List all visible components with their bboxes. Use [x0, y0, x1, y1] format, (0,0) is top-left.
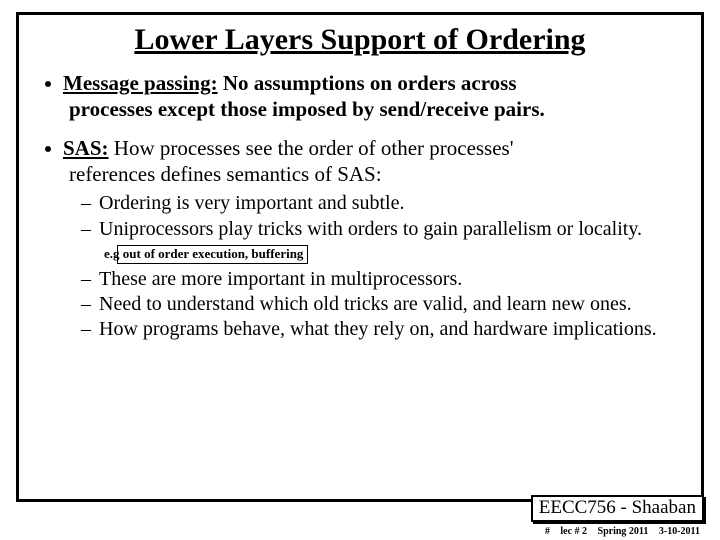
bullet-text-b: processes except those imposed by send/r…: [45, 97, 679, 123]
sub-item: –Uniprocessors play tricks with orders t…: [81, 217, 679, 266]
dash-icon: –: [81, 268, 91, 290]
footer-term: Spring 2011: [598, 526, 649, 537]
sub-item: –These are more important in multiproces…: [81, 267, 679, 291]
sub-text: Need to understand which old tricks are …: [99, 293, 632, 315]
slide-title: Lower Layers Support of Ordering: [41, 23, 679, 57]
annotation-box: e.g out of order execution, buffering: [117, 245, 308, 263]
bullet-lead: SAS:: [63, 136, 109, 160]
bullet-1: Message passing: No assumptions on order…: [45, 71, 679, 122]
sub-list: –Ordering is very important and subtle. …: [45, 191, 679, 341]
bullet-dot-icon: [45, 146, 51, 152]
sub-item: –Need to understand which old tricks are…: [81, 292, 679, 316]
sub-text: These are more important in multiprocess…: [99, 268, 462, 290]
slide-frame: Lower Layers Support of Ordering Message…: [16, 12, 704, 502]
bullet-lead: Message passing:: [63, 71, 218, 95]
bullet-text-a: How processes see the order of other pro…: [109, 136, 514, 160]
bullet-list: Message passing: No assumptions on order…: [41, 71, 679, 342]
sub-item: –How programs behave, what they rely on,…: [81, 317, 679, 341]
footer-meta: # lec # 2 Spring 2011 3-10-2011: [537, 526, 700, 537]
footer-hash: #: [545, 526, 550, 537]
bullet-text-b: references defines semantics of SAS:: [45, 162, 679, 188]
sub-text: How programs behave, what they rely on, …: [99, 318, 657, 340]
footer-lec: lec # 2: [560, 526, 587, 537]
sub-text: Uniprocessors play tricks with orders to…: [99, 218, 642, 240]
dash-icon: –: [81, 318, 91, 340]
sub-item: –Ordering is very important and subtle.: [81, 191, 679, 215]
dash-icon: –: [81, 192, 91, 214]
bullet-2: SAS: How processes see the order of othe…: [45, 136, 679, 342]
bullet-dot-icon: [45, 81, 51, 87]
course-footer-box: EECC756 - Shaaban: [531, 495, 704, 522]
dash-icon: –: [81, 218, 91, 240]
sub-text: Ordering is very important and subtle.: [99, 192, 405, 214]
footer-date: 3-10-2011: [659, 526, 700, 537]
dash-icon: –: [81, 293, 91, 315]
bullet-text-a: No assumptions on orders across: [218, 71, 517, 95]
